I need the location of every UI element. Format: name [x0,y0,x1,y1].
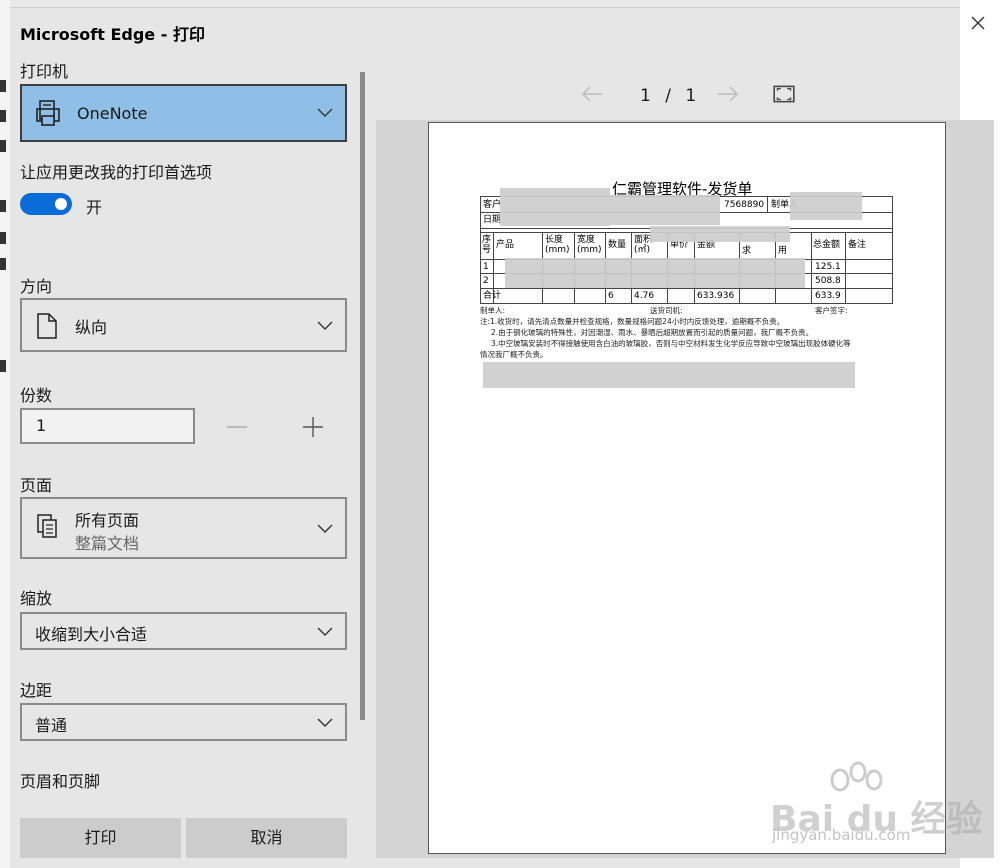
header-cell: 求 [742,246,752,256]
margins-select[interactable]: 普通 [20,703,347,741]
watermark-url: jingyan.baidu.com [772,826,911,844]
app-prefs-toggle[interactable] [20,193,72,215]
background-text-fragment [0,80,6,92]
multiple-pages-icon [37,514,57,538]
sum-area: 4.76 [634,291,655,301]
scale-select[interactable]: 收缩到大小合适 [20,612,347,650]
redacted-region [505,258,805,288]
header-cell: 长度(mm) [545,235,570,255]
printer-value: OneNote [77,104,148,123]
row-number: 2 [483,276,489,286]
decrement-button[interactable] [222,412,252,442]
redacted-region [790,192,862,220]
pages-label: 页面 [20,476,53,495]
table-rule [845,232,846,304]
dialog-title: Microsoft Edge - 打印 [20,25,205,44]
background-text-fragment [0,232,6,244]
background-text-fragment [0,140,6,152]
increment-button[interactable] [298,412,328,442]
pages-value: 所有页面 [75,511,140,530]
fullscreen-icon[interactable] [772,82,796,106]
background-window-edge [0,0,10,868]
plus-icon [303,417,323,437]
close-icon [971,16,985,30]
table-rule [811,232,812,304]
note-line: 注:1.收货时，请先清点数量并检查规格，数量规格问题24小时内反馈处理，逾期概不… [480,317,785,326]
chevron-down-icon [317,524,333,533]
orientation-value: 纵向 [75,318,108,337]
scale-value: 收缩到大小合适 [35,625,148,644]
redacted-region [610,195,720,225]
next-page-icon[interactable] [716,82,740,106]
background-text-fragment [0,360,6,372]
header-cell: 用 [778,246,788,256]
orientation-label: 方向 [20,277,53,296]
redacted-region [650,226,790,242]
background-text-fragment [0,200,6,212]
note-line: 2.由于钢化玻璃的特殊性，对因潮湿、雨水、暴晒后超期放置而引起的质量问题，我厂概… [491,328,814,337]
total-pages: 1 [685,86,697,106]
printer-icon [36,100,60,126]
partial-phone: 7568890 [724,200,765,210]
page-separator: / [665,86,671,106]
toggle-knob [55,198,67,210]
margins-value: 普通 [35,716,68,735]
footer-maker: 制单人: [480,306,506,315]
portrait-page-icon [37,313,57,339]
header-footer-label: 页眉和页脚 [20,772,101,791]
sum-qty: 6 [608,291,614,301]
margins-label: 边距 [20,681,53,700]
header-cell: 总金额 [813,240,841,250]
row-total: 125.1 [815,262,841,272]
minus-icon [227,426,247,428]
cancel-button[interactable]: 取消 [186,818,347,858]
orientation-select[interactable]: 纵向 [20,298,347,352]
scale-label: 缩放 [20,589,53,608]
row-label-customer: 客户 [483,200,502,210]
pages-subvalue: 整篇文档 [75,534,140,553]
background-text-fragment [0,258,6,270]
chevron-down-icon [317,627,333,636]
header-cell: 备注 [848,240,867,250]
chevron-down-icon [317,108,333,117]
sum-label: 合计 [483,291,502,301]
sum-amount: 633.936 [697,291,735,301]
row-total: 508.8 [815,276,841,286]
background-text-fragment [0,110,6,122]
settings-scrollbar[interactable] [360,72,365,720]
redacted-region [500,188,610,226]
pages-select[interactable]: 所有页面 整篇文档 [20,497,347,559]
chevron-down-icon [317,321,333,330]
page-indicator: 1 / 1 [640,86,696,106]
note-line: 情况我厂概不负责。 [480,350,548,359]
row-label-date: 日期 [483,215,502,225]
previous-page-icon[interactable] [580,82,604,106]
footer-driver: 送货司机: [650,306,683,315]
app-prefs-label: 让应用更改我的打印首选项 [20,163,213,182]
print-button[interactable]: 打印 [20,818,181,858]
printer-label: 打印机 [20,62,69,81]
header-cell: 宽度(mm) [577,235,602,255]
redacted-region [483,362,855,388]
background-window-toolbar [10,0,960,8]
note-line: 3.中空玻璃安装时不得接触使用含白油的玻璃胶，否则与中空材料发生化学反应导致中空… [491,339,851,348]
toggle-state-text: 开 [86,198,103,217]
current-page: 1 [640,86,651,106]
header-cell: 产品 [496,240,515,250]
copies-input[interactable]: 1 [20,408,195,444]
copies-label: 份数 [20,386,53,405]
footer-customer: 客户签字: [815,306,848,315]
header-cell: 数量 [608,240,627,250]
header-cell: 序号 [482,235,492,255]
sum-total: 633.9 [815,291,841,301]
close-button[interactable] [960,5,996,41]
row-number: 1 [483,262,489,272]
table-rule [767,196,768,212]
chevron-down-icon [317,718,333,727]
printer-select[interactable]: OneNote [20,84,347,142]
